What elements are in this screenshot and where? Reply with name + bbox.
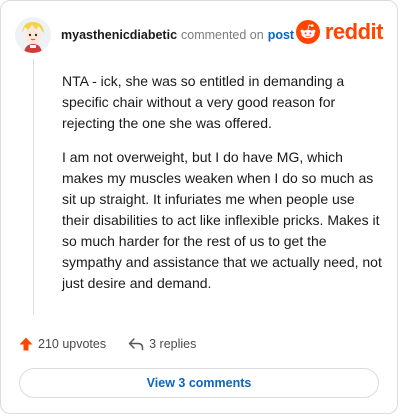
upvote-button[interactable]: 210 upvotes [19, 337, 106, 351]
comment-actions: 210 upvotes 3 replies [19, 334, 196, 354]
reply-arrow-icon [128, 338, 144, 351]
reddit-snoo-icon [295, 20, 320, 44]
upvote-arrow-icon [19, 337, 33, 351]
thread-line [33, 59, 34, 315]
comment-byline: myasthenicdiabetic commented on post [61, 28, 294, 42]
comment-paragraph: NTA - ick, she was so entitled in demand… [62, 73, 345, 131]
reddit-logo[interactable]: reddit [295, 19, 384, 45]
username-link[interactable]: myasthenicdiabetic [61, 28, 177, 42]
reply-button[interactable]: 3 replies [128, 337, 196, 351]
reddit-wordmark: reddit [324, 19, 384, 44]
comment-body: NTA - ick, she was so entitled in demand… [62, 71, 384, 307]
view-comments-button[interactable]: View 3 comments [19, 368, 379, 398]
upvote-count: 210 upvotes [38, 337, 107, 351]
comment-paragraph: I am not overweight, but I do have MG, w… [62, 149, 382, 291]
user-avatar[interactable] [15, 17, 51, 53]
reply-count: 3 replies [149, 337, 197, 351]
comment-card: myasthenicdiabetic commented on post red… [0, 0, 398, 414]
byline-verb: commented on [181, 28, 264, 42]
post-link[interactable]: post [268, 28, 294, 42]
comment-header: myasthenicdiabetic commented on post red… [15, 15, 384, 55]
